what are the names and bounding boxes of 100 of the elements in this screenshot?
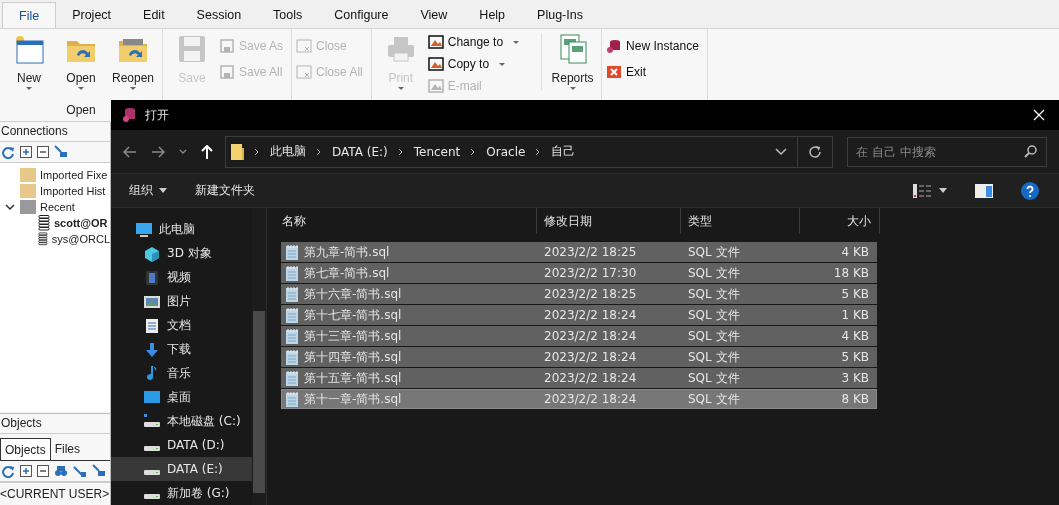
menu-tab[interactable]: Project [56,2,128,28]
collapse-icon[interactable] [37,465,49,477]
nav-item[interactable]: 3D 对象 [111,241,252,266]
image-icon [427,56,444,72]
plug-icon[interactable] [73,464,87,478]
back-arrow-icon[interactable] [123,145,137,158]
file-row[interactable]: 第十四章-简书.sql 2023/2/2 18:24 SQL 文件 5 KB [281,347,877,367]
tree-item[interactable]: Imported Hist [0,183,110,199]
breadcrumb[interactable]: 自己 [551,143,576,160]
collapse-icon[interactable] [37,146,49,158]
notepad-icon [285,286,299,302]
table-cell-text: 2023/2/2 18:24 [543,328,638,345]
expand-icon[interactable] [20,465,32,477]
forward-arrow-icon[interactable] [151,145,165,158]
table-cell-text: SQL 文件 [687,390,741,408]
table-cell-text: 8 KB [840,391,870,408]
download-arrow-icon [143,341,161,358]
database-icon [606,38,623,54]
caret-icon [26,87,32,90]
notepad-icon [285,328,299,344]
nav-item[interactable]: 本地磁盘 (C:) [111,409,252,434]
column-header[interactable]: 名称 [274,208,537,234]
ribbon-button[interactable]: New [4,33,54,90]
refresh-icon[interactable] [1,464,15,478]
database-icon [38,231,48,247]
notepad-icon [285,349,299,365]
tree-item[interactable]: Imported Fixe [0,167,110,183]
close-icon[interactable] [1033,109,1045,121]
drive-icon [143,444,161,452]
nav-item[interactable]: 下载 [111,337,252,362]
connect-icon[interactable] [92,464,106,478]
nav-item[interactable]: 新加卷 (G:) [111,481,252,505]
breadcrumb[interactable]: Oracle [486,144,526,159]
menu-tab[interactable]: Plug-Ins [521,2,599,28]
refresh-icon[interactable] [1,145,15,159]
nav-item[interactable]: DATA (D:) [111,433,252,458]
expand-icon[interactable] [20,146,32,158]
caret-icon[interactable] [939,188,947,193]
organize-menu[interactable]: 组织 [129,182,167,199]
file-row[interactable]: 第十三章-简书.sql 2023/2/2 18:24 SQL 文件 4 KB [281,326,877,346]
ribbon-button[interactable]: New Instance [606,37,703,55]
panel-tab[interactable]: Files [50,438,85,460]
table-cell-text: 4 KB [840,328,870,345]
panel-tab[interactable]: Objects [0,438,51,460]
new-folder-button[interactable]: 新建文件夹 [195,182,255,199]
chevron-down-icon[interactable] [775,147,787,156]
notepad-icon [285,391,299,407]
breadcrumb[interactable]: DATA (E:) [332,144,388,159]
ribbon-button[interactable]: Exit [606,63,703,81]
view-list-icon[interactable] [913,183,931,198]
menu-tab[interactable]: Tools [257,2,319,28]
notepad-icon [285,370,299,386]
picture-icon [143,293,161,310]
file-row[interactable]: 第九章-简书.sql 2023/2/2 18:25 SQL 文件 4 KB [281,242,877,262]
file-name: 第九章-简书.sql [304,243,390,261]
menu-tab[interactable]: View [404,2,464,28]
menu-tab[interactable]: File [2,2,57,28]
up-arrow-icon[interactable] [201,144,213,159]
file-row[interactable]: 第十五章-简书.sql 2023/2/2 18:24 SQL 文件 3 KB [281,368,877,388]
breadcrumb[interactable]: Tencent [413,144,461,159]
file-row[interactable]: 第十六章-简书.sql 2023/2/2 18:25 SQL 文件 5 KB [281,284,877,304]
reports-button[interactable]: Reports [541,33,598,90]
connect-icon[interactable] [54,145,68,159]
menu-tab[interactable]: Help [463,2,522,28]
nav-item[interactable]: 桌面 [111,385,252,410]
ribbon-button[interactable]: Copy to [427,55,524,73]
column-header[interactable]: 类型 [681,208,800,234]
tree-item[interactable]: sys@ORCL [0,231,110,247]
caret-icon [130,87,136,90]
nav-item[interactable]: 音乐 [111,361,252,386]
table-cell-text: 2023/2/2 18:24 [543,307,638,324]
menu-tab[interactable]: Session [180,2,258,28]
nav-item[interactable]: 视频 [111,265,252,290]
schema-selector[interactable]: <CURRENT USER> [0,482,110,505]
file-row[interactable]: 第七章-简书.sql 2023/2/2 17:30 SQL 文件 18 KB [281,263,877,283]
ribbon-button[interactable]: Reopen [108,33,158,90]
menu-tab[interactable]: Edit [127,2,181,28]
tree-item[interactable]: Recent [0,199,110,215]
menu-tab[interactable]: Configure [318,2,405,28]
preview-pane-icon[interactable] [975,183,993,198]
window-close-icon [296,64,313,80]
tree-item[interactable]: scott@OR [0,215,110,231]
breadcrumb[interactable]: 此电脑 [270,143,306,160]
nav-item[interactable]: 此电脑 [111,218,252,242]
nav-item[interactable]: DATA (E:) [111,457,252,482]
column-header[interactable]: 修改日期 [537,208,681,234]
ribbon-button[interactable]: Open [56,33,106,90]
file-row[interactable]: 第十七章-简书.sql 2023/2/2 18:24 SQL 文件 1 KB [281,305,877,325]
chevron-down-icon[interactable] [5,202,15,212]
nav-item[interactable]: 文档 [111,313,252,338]
refresh-icon[interactable] [808,144,822,159]
ribbon-button[interactable]: Change to [427,33,524,51]
column-header[interactable]: 大小 [800,208,880,234]
table-cell-text: 3 KB [840,370,870,387]
address-bar[interactable]: 此电脑 DATA (E:) Tencent Oracle 自己 [225,135,833,168]
nav-item[interactable]: 图片 [111,289,252,314]
help-icon[interactable] [1021,181,1039,200]
binoculars-icon[interactable] [54,464,68,478]
search-field[interactable]: 在 自己 中搜索 [847,136,1047,167]
file-row[interactable]: 第十一章-简书.sql 2023/2/2 18:24 SQL 文件 8 KB [281,389,877,409]
